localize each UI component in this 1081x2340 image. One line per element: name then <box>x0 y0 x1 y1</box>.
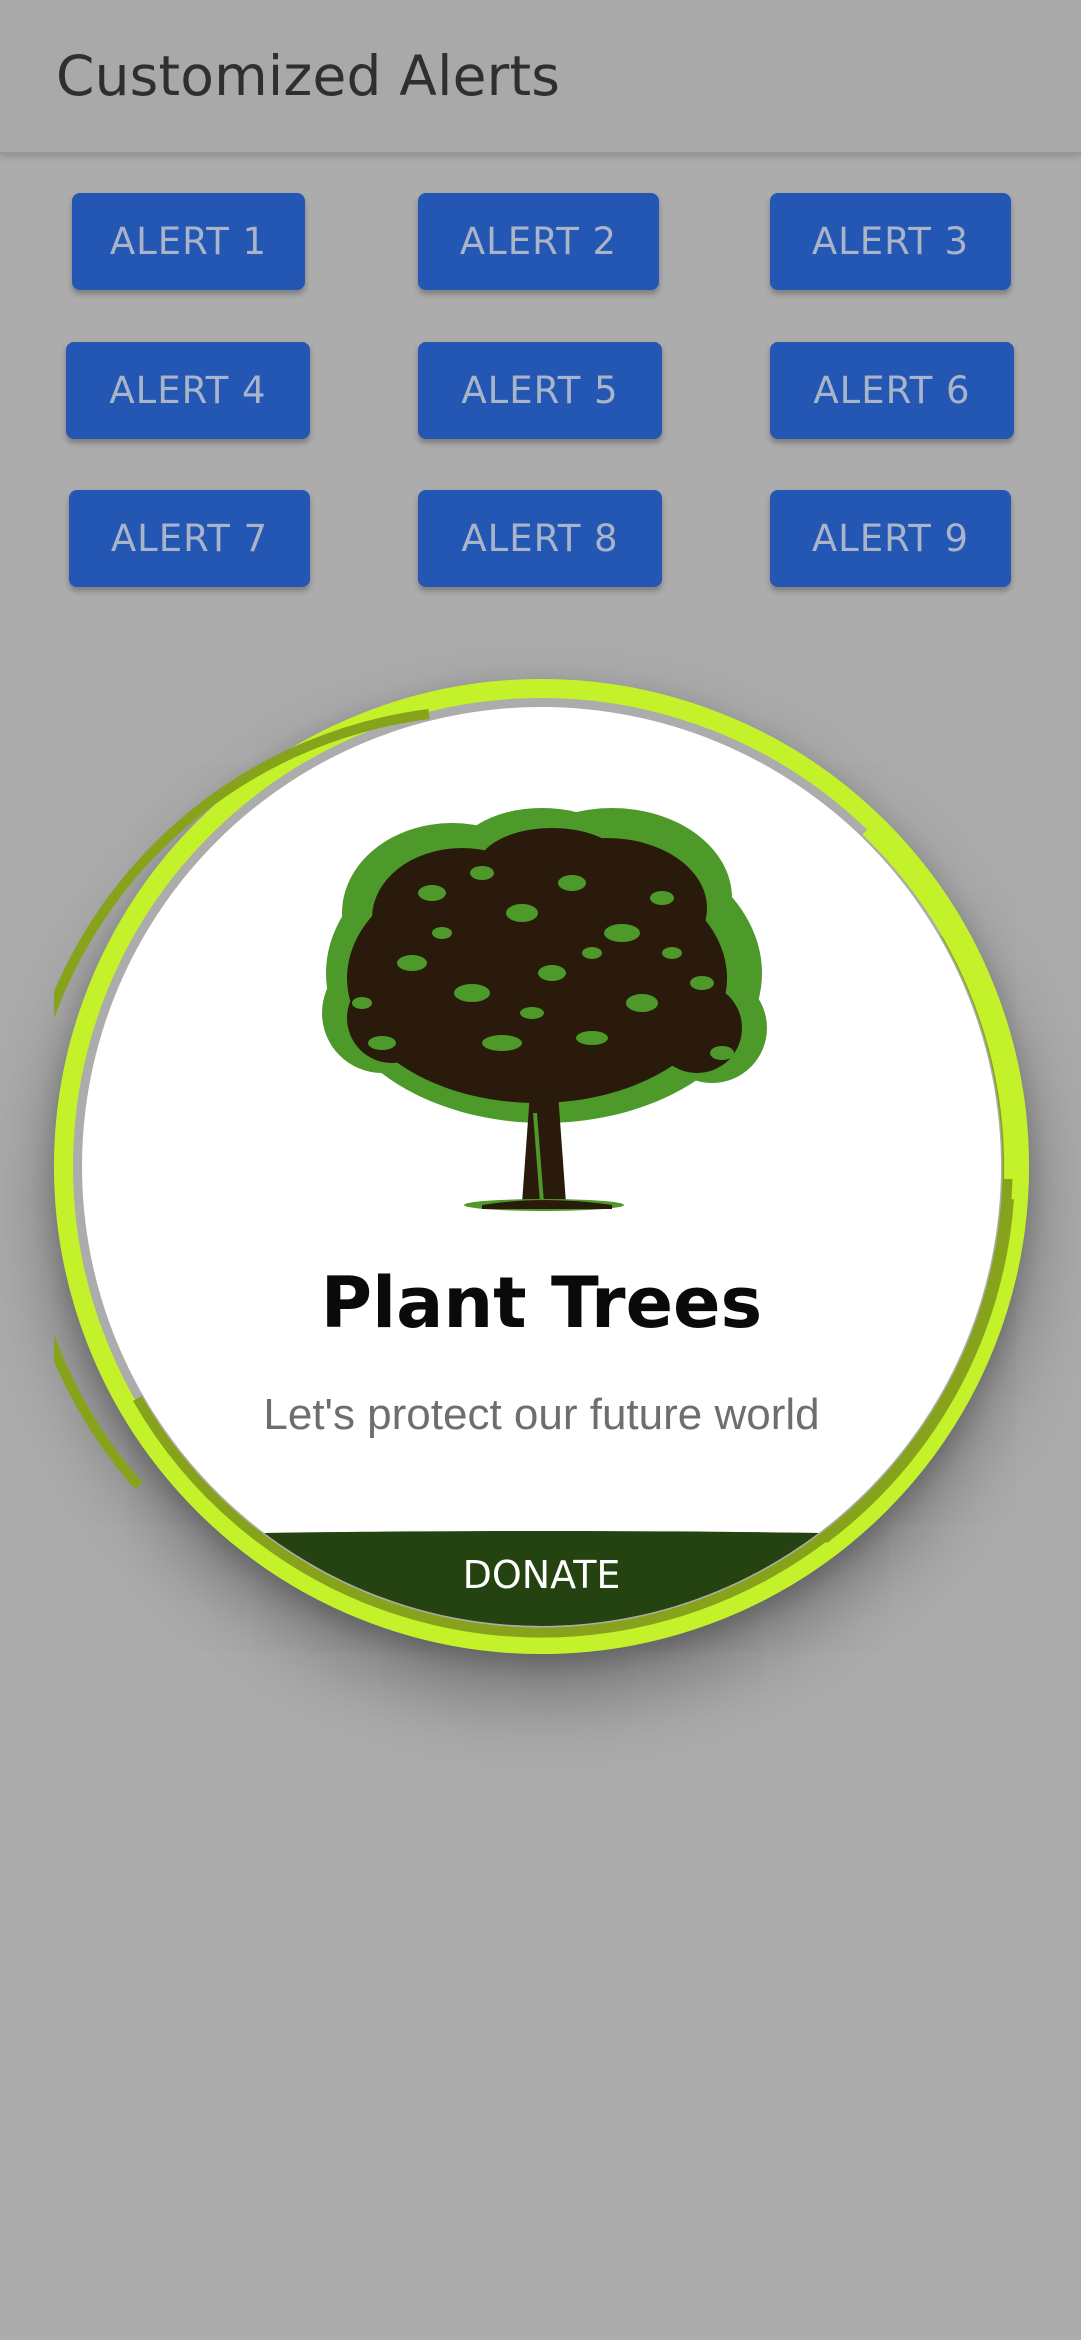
alert-7-button[interactable]: ALERT 7 <box>69 490 310 587</box>
alert-dialog: Plant Trees Let's protect our future wor… <box>54 679 1029 1654</box>
donate-button[interactable]: DONATE <box>82 1531 1001 1626</box>
dialog-subtitle: Let's protect our future world <box>263 1390 820 1439</box>
app-bar: Customized Alerts <box>0 0 1081 154</box>
tree-icon <box>322 808 767 1211</box>
app-title: Customized Alerts <box>56 44 561 108</box>
alert-4-button[interactable]: ALERT 4 <box>66 342 310 439</box>
alert-1-button[interactable]: ALERT 1 <box>72 193 305 290</box>
alert-9-button[interactable]: ALERT 9 <box>770 490 1011 587</box>
alert-2-button[interactable]: ALERT 2 <box>418 193 659 290</box>
alert-3-button[interactable]: ALERT 3 <box>770 193 1011 290</box>
dialog-body: Plant Trees Let's protect our future wor… <box>82 707 1001 1626</box>
alert-5-button[interactable]: ALERT 5 <box>418 342 662 439</box>
donate-button-label: DONATE <box>462 1553 621 1597</box>
alert-8-button[interactable]: ALERT 8 <box>418 490 662 587</box>
dialog-title: Plant Trees <box>320 1262 763 1344</box>
alert-6-button[interactable]: ALERT 6 <box>770 342 1014 439</box>
